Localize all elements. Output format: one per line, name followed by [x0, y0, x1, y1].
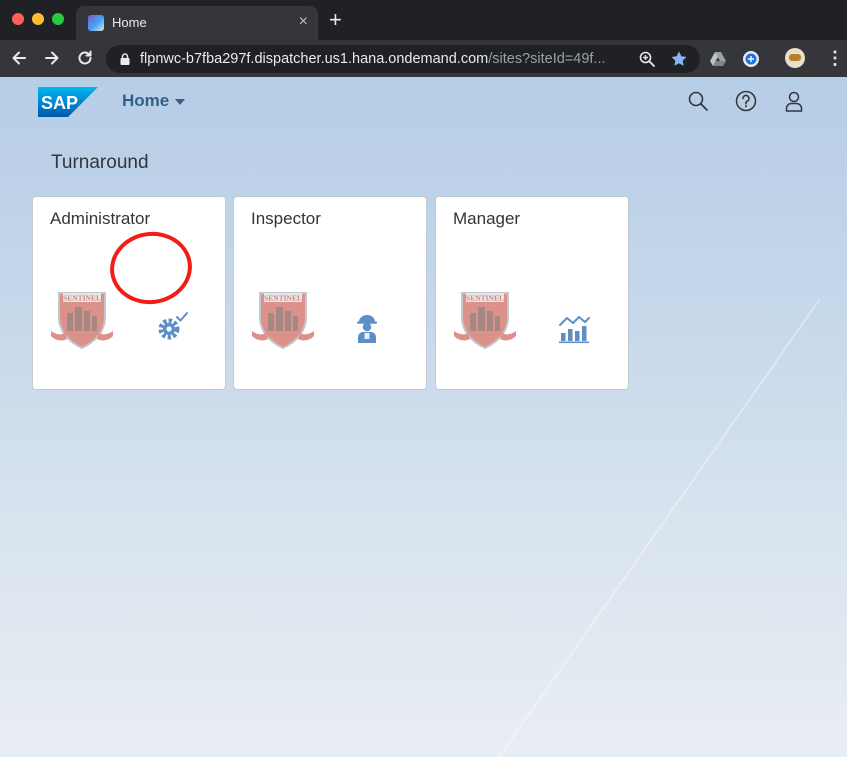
sentinel-logo: SENTINEL [51, 292, 113, 350]
help-icon[interactable] [735, 90, 757, 112]
tab-close-icon[interactable]: × [299, 13, 308, 31]
url-path: /sites?siteId=49f... [488, 51, 606, 67]
forward-arrow-icon[interactable] [42, 48, 62, 68]
tab-title: Home [112, 15, 147, 30]
sentinel-logo-text: SENTINEL [466, 294, 504, 303]
sentinel-logo: SENTINEL [252, 292, 314, 350]
tile-title: Administrator [50, 209, 151, 228]
tile-title: Inspector [251, 209, 321, 228]
search-icon[interactable] [687, 90, 709, 112]
favicon-icon [88, 15, 104, 31]
sentinel-logo: SENTINEL [454, 292, 516, 350]
user-icon[interactable] [783, 90, 805, 112]
tile-inspector[interactable]: Inspector SENTINEL [233, 196, 427, 390]
sentinel-logo-text: SENTINEL [63, 294, 101, 303]
drive-extension-icon[interactable] [709, 50, 727, 68]
browser-tab-home[interactable]: Home × [76, 6, 318, 40]
close-window-button[interactable] [12, 13, 24, 25]
chevron-down-icon [175, 99, 186, 105]
minimize-window-button[interactable] [32, 13, 44, 25]
worker-icon [357, 315, 377, 343]
url-text: flpnwc-b7fba297f.dispatcher.us1.hana.ond… [140, 51, 606, 67]
chart-icon [559, 316, 590, 344]
reload-icon[interactable] [75, 48, 95, 68]
address-bar[interactable]: flpnwc-b7fba297f.dispatcher.us1.hana.ond… [106, 45, 700, 73]
sentinel-logo-text: SENTINEL [264, 294, 302, 303]
browser-toolbar: flpnwc-b7fba297f.dispatcher.us1.hana.ond… [0, 40, 847, 77]
browser-menu-icon[interactable]: ⋮ [826, 49, 844, 67]
browser-tab-bar: Home × + [0, 0, 847, 40]
svg-text:SAP: SAP [41, 93, 78, 113]
tile-manager[interactable]: Manager SENTINEL [435, 196, 629, 390]
launchpad-page: SAP Home Turnaround Administrator SENTIN… [0, 77, 847, 757]
group-title: Turnaround [51, 152, 149, 173]
sap-logo: SAP [38, 87, 98, 117]
shell-title-text: Home [122, 91, 170, 110]
bookmark-star-icon[interactable] [670, 50, 688, 68]
back-arrow-icon[interactable] [9, 48, 29, 68]
maximize-window-button[interactable] [52, 13, 64, 25]
lock-icon [120, 53, 130, 65]
new-tab-button[interactable]: + [329, 9, 342, 31]
url-host: flpnwc-b7fba297f.dispatcher.us1.hana.ond… [140, 51, 489, 67]
shell-home-menu[interactable]: Home [122, 91, 186, 111]
tile-title: Manager [453, 209, 521, 228]
gear-check-icon [158, 312, 188, 340]
profile-avatar[interactable] [785, 48, 805, 68]
chat-extension-icon[interactable] [742, 50, 760, 68]
zoom-icon[interactable] [638, 50, 656, 68]
